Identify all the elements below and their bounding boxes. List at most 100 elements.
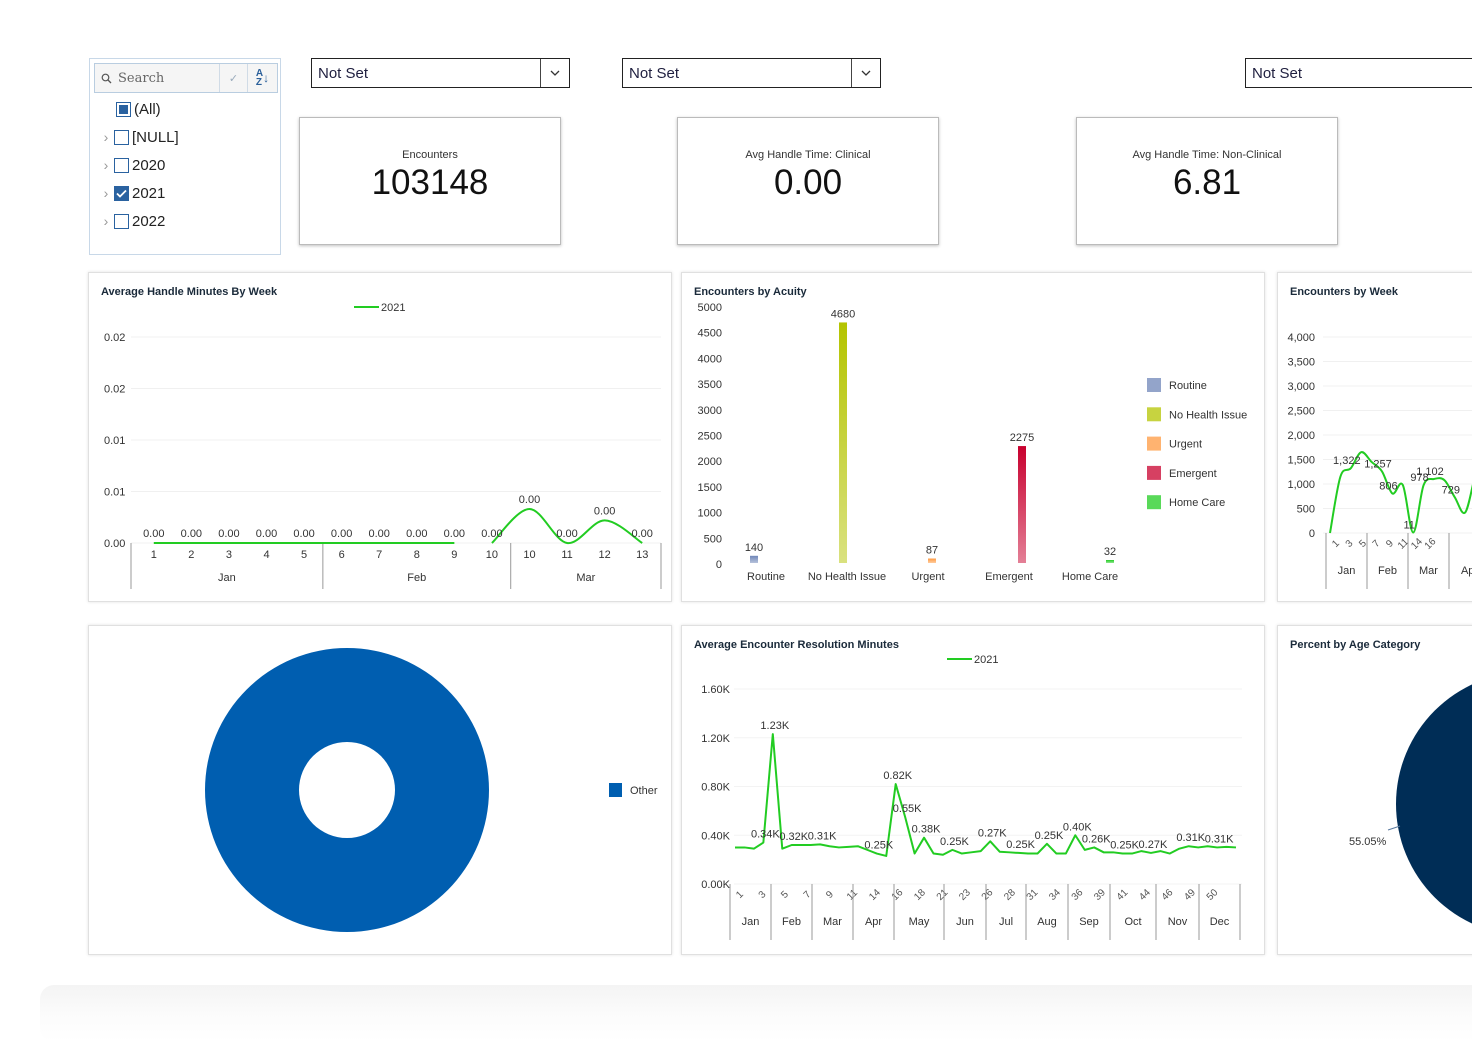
x-group-label: Sep (1079, 916, 1099, 928)
data-label: 0.31K (1176, 832, 1205, 844)
kpi-value: 0.00 (773, 163, 843, 202)
x-tick-label: 39 (1092, 887, 1108, 903)
x-group-label: May (909, 916, 930, 928)
y-tick-label: 0.00 (104, 538, 125, 550)
filter-item[interactable]: › 2020 (100, 154, 166, 176)
data-label: 729 (1442, 484, 1460, 496)
data-label: 0.00 (218, 528, 239, 540)
legend-swatch (1147, 378, 1161, 392)
data-label: 0.27K (1139, 839, 1168, 851)
filter-item[interactable]: › [NULL] (100, 126, 179, 148)
data-label: 32 (1104, 546, 1116, 558)
bar (750, 555, 758, 563)
data-label: 0.00 (143, 528, 164, 540)
x-tick-label: 10 (523, 549, 535, 561)
filter-search-placeholder: Search (118, 70, 165, 86)
data-label: 0.00 (444, 528, 465, 540)
y-tick-label: 1000 (698, 508, 722, 520)
chart-panel-acuity: Encounters by Acuity 0 500 1000 1500 2000 250… (681, 272, 1265, 602)
checkbox[interactable] (114, 129, 129, 145)
data-label: 0.25K (864, 840, 893, 852)
y-tick-label: 0.02 (104, 384, 125, 396)
y-tick-label: 2,500 (1287, 406, 1315, 418)
y-tick-label: 500 (704, 533, 722, 545)
filter-item-label: 2020 (132, 156, 166, 174)
x-tick-label: 34 (1047, 887, 1063, 903)
chevron-right-icon[interactable]: › (100, 129, 112, 145)
handle-by-week-chart: 20210.000.010.010.020.021 2 3 4 5 6 7 8 9 10 10 11 1… (104, 302, 662, 589)
year-filter-list: Search ✓ A Z ↓ (All) › [NULL] › 2020 › 2021 › 2022 (89, 58, 281, 255)
legend-swatch (1147, 436, 1161, 451)
legend-swatch (609, 783, 622, 797)
filter-dropdown-3[interactable]: Not Set (1245, 58, 1472, 88)
chevron-right-icon[interactable]: › (100, 213, 112, 229)
data-label: 0.25K (1110, 840, 1139, 852)
data-label: 55.05% (1349, 836, 1387, 848)
data-label: 0.25K (940, 836, 969, 848)
data-label: 0.34K (751, 829, 780, 841)
y-tick-label: 0.80K (701, 782, 730, 794)
donut-slice (205, 648, 489, 932)
sort-az-button[interactable]: A Z ↓ (247, 64, 277, 92)
filter-search-input[interactable]: Search (95, 64, 219, 92)
filter-item[interactable]: › 2022 (100, 210, 166, 232)
checkbox[interactable] (114, 157, 129, 173)
kpi-value: 103148 (371, 163, 489, 202)
kpi-card-avg-handle-nonclinical: Avg Handle Time: Non-Clinical 6.81 (1076, 117, 1338, 245)
filter-item[interactable]: › 2021 (100, 182, 166, 204)
encounters-by-week-chart: 0 500 1,000 1,500 2,000 2,500 3,000 3,500 4,000 1… (1287, 332, 1472, 589)
x-group-label: Mar (576, 572, 595, 584)
chevron-right-icon[interactable]: › (100, 185, 112, 201)
chevron-down-icon[interactable] (851, 59, 880, 87)
data-label: 1,102 (1416, 466, 1444, 478)
kpi-value: 6.81 (1172, 163, 1242, 202)
x-group-label: Jul (999, 916, 1013, 928)
chevron-right-icon[interactable]: › (100, 157, 112, 173)
data-label: 0.00 (256, 528, 277, 540)
filter-item[interactable]: (All) (100, 98, 161, 120)
filter-dropdown-1[interactable]: Not Set (311, 58, 570, 88)
data-label: 0.32K (779, 831, 808, 843)
data-label: 0.00 (481, 528, 502, 540)
checkbox[interactable] (114, 213, 129, 229)
bar (928, 558, 936, 563)
dropdown-value: Not Set (629, 64, 680, 82)
x-tick-label: 41 (1115, 887, 1131, 903)
donut-chart: Other (205, 648, 658, 932)
data-label: 806 (1379, 481, 1397, 493)
leader-line (1387, 825, 1401, 831)
checkbox[interactable] (114, 185, 129, 201)
chart-panel-resolution: Average Encounter Resolution Minutes 202… (681, 625, 1265, 955)
chart-panel-handle-by-week: Average Handle Minutes By Week 2021 0.00 0… (88, 272, 672, 602)
data-label: 140 (745, 542, 763, 554)
checkbox[interactable] (116, 101, 131, 117)
filter-dropdown-2[interactable]: Not Set (622, 58, 881, 88)
y-tick-label: 3500 (698, 379, 722, 391)
bar (1018, 446, 1026, 563)
x-tick-label: 4 (263, 549, 269, 561)
y-tick-label: 500 (1297, 504, 1315, 516)
x-tick-label: 50 (1205, 887, 1221, 903)
y-tick-label: 0.02 (104, 332, 125, 344)
y-tick-label: 1,000 (1287, 479, 1315, 491)
x-tick-label: 5 (779, 889, 791, 901)
chevron-down-icon[interactable] (540, 59, 569, 87)
y-tick-label: 2000 (698, 456, 722, 468)
apply-check-button[interactable]: ✓ (219, 64, 247, 92)
x-tick-label: 11 (561, 549, 572, 561)
x-tick-label: 9 (824, 889, 836, 901)
y-tick-label: 4,000 (1287, 332, 1315, 344)
resolution-line-chart: 2021 0.00K 0.40K 0.80K 1.20K 1.60K 0.34K 1.23K 0… (701, 654, 1242, 940)
x-tick-label: 1 (734, 889, 746, 901)
y-tick-label: 0.00K (701, 879, 730, 891)
x-tick-label: 21 (935, 887, 951, 903)
data-label: 0.00 (519, 494, 540, 506)
x-tick-label: 1 (1330, 538, 1342, 550)
data-label: 0.00 (594, 505, 615, 517)
x-group-label: Mar (823, 916, 842, 928)
x-tick-label: 7 (1371, 538, 1383, 550)
x-group-label: Mar (1419, 565, 1438, 577)
legend-label: Urgent (1169, 439, 1202, 451)
bar (839, 322, 847, 563)
x-tick-label: No Health Issue (808, 571, 886, 583)
